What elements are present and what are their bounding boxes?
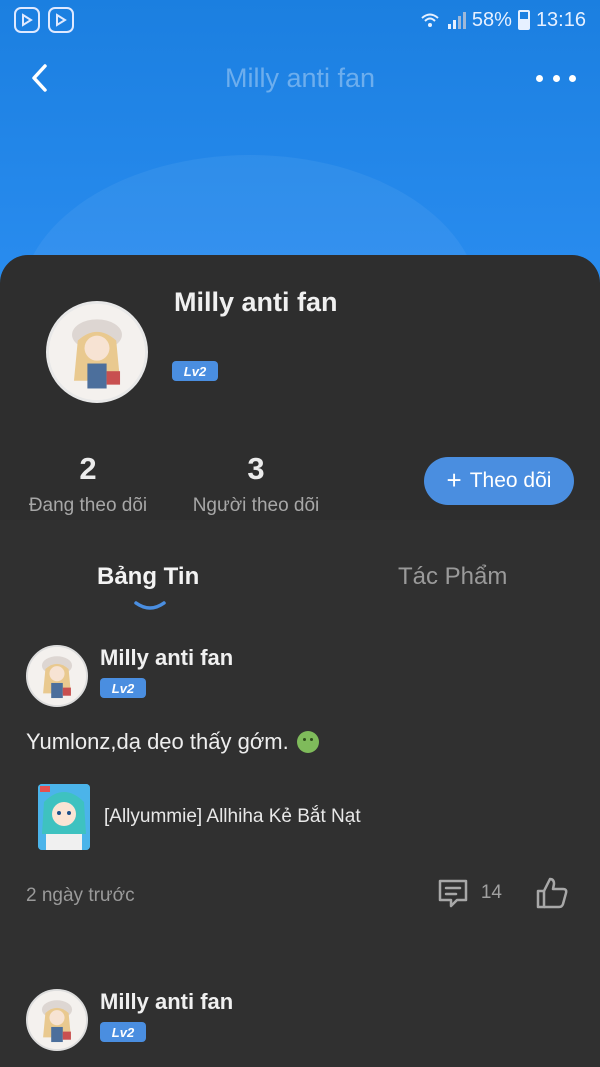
clock: 13:16 xyxy=(535,8,586,31)
level-badge: Lv2 xyxy=(100,678,146,698)
app-icon xyxy=(14,7,40,33)
tab-feed[interactable]: Bảng Tin xyxy=(97,563,199,591)
post-author-avatar[interactable] xyxy=(26,989,88,1051)
linked-work-card[interactable]: [Allyummie] Allhiha Kẻ Bắt Nạt xyxy=(38,782,558,852)
post-text-content: Yumlonz,dạ dẹo thấy gớm. xyxy=(26,729,289,754)
following-stat[interactable]: 2 Đang theo dõi xyxy=(28,451,148,517)
avatar[interactable] xyxy=(46,301,148,403)
like-thumbs-up-icon[interactable] xyxy=(534,875,570,911)
post-actions: 14 xyxy=(435,875,570,911)
more-options-button[interactable] xyxy=(536,64,576,92)
followers-count: 3 xyxy=(247,451,265,486)
feed-post: Milly anti fan Lv2 xyxy=(0,989,600,1067)
comment-icon[interactable] xyxy=(435,875,471,911)
app-icon xyxy=(48,7,74,33)
post-timestamp: 2 ngày trước xyxy=(26,885,135,906)
followers-stat[interactable]: 3 Người theo dõi xyxy=(190,451,322,517)
signal-icon xyxy=(447,12,466,29)
following-label: Đang theo dõi xyxy=(28,495,148,516)
level-badge: Lv2 xyxy=(100,1022,146,1042)
wifi-icon xyxy=(421,13,439,27)
post-author-name[interactable]: Milly anti fan xyxy=(100,645,233,671)
back-button[interactable] xyxy=(20,58,60,98)
follow-button[interactable]: + Theo dõi xyxy=(424,457,574,505)
post-text: Yumlonz,dạ dẹo thấy gớm. xyxy=(26,729,319,755)
profile-tabs: Bảng Tin Tác Phẩm xyxy=(0,545,600,615)
nauseated-face-icon xyxy=(296,731,319,753)
battery-icon xyxy=(517,10,530,30)
post-author-name[interactable]: Milly anti fan xyxy=(100,989,233,1015)
more-dots-icon xyxy=(536,74,543,82)
top-navigation-bar: Milly anti fan xyxy=(0,50,600,106)
profile-name: Milly anti fan xyxy=(174,287,338,317)
status-bar: 58% 13:16 xyxy=(0,0,600,40)
chevron-left-icon xyxy=(32,64,47,92)
profile-card: Milly anti fan Lv2 2 Đang theo dõi 3 Ngư… xyxy=(0,255,600,520)
linked-work-title: [Allyummie] Allhiha Kẻ Bắt Nạt xyxy=(104,806,361,827)
following-count: 2 xyxy=(79,451,97,486)
followers-label: Người theo dõi xyxy=(192,495,320,516)
battery-percent: 58% xyxy=(471,8,512,31)
plus-icon: + xyxy=(446,465,462,495)
feed-post: Milly anti fan Lv2 Yumlonz,dạ dẹo thấy g… xyxy=(0,645,600,945)
page-title: Milly anti fan xyxy=(224,62,376,93)
active-tab-indicator xyxy=(134,601,166,610)
post-author-avatar[interactable] xyxy=(26,645,88,707)
tab-works[interactable]: Tác Phẩm xyxy=(398,563,507,591)
level-badge: Lv2 xyxy=(172,361,218,381)
follow-button-label: Theo dõi xyxy=(469,469,552,492)
work-cover-thumbnail xyxy=(38,784,90,850)
comment-count: 14 xyxy=(480,882,502,903)
